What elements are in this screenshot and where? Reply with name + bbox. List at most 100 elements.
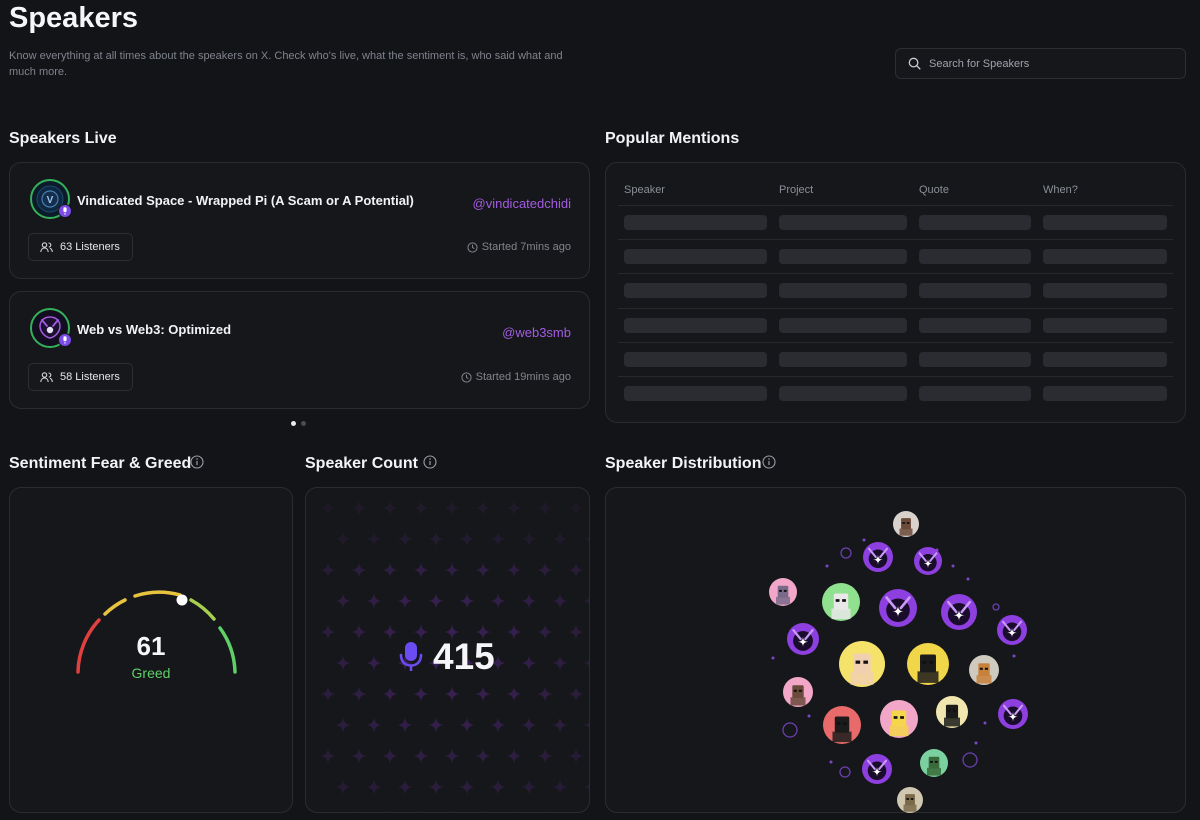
row-divider [618, 239, 1173, 241]
column-header-quote: Quote [919, 184, 949, 196]
sparkle-shape [451, 809, 453, 812]
sparkle-shape [536, 623, 554, 641]
speakers-live-title: Speakers Live [9, 130, 117, 147]
info-icon[interactable] [762, 455, 776, 469]
sparkle-shape [536, 685, 554, 703]
sparkle-shape [582, 784, 589, 790]
sparkle-shape [334, 778, 352, 796]
loading-skeleton-cell [624, 317, 767, 333]
sparkle-shape [365, 654, 383, 672]
loading-skeleton-cell [919, 317, 1031, 333]
sparkle-shape [567, 747, 585, 765]
search-icon [908, 57, 921, 70]
sparkle-shape [513, 809, 515, 812]
sparkle-shape [412, 747, 430, 765]
sparkle-shape [381, 623, 399, 641]
sparkle-shape [365, 530, 383, 548]
loading-skeleton-cell [1043, 386, 1167, 401]
space-title: Vindicated Space - Wrapped Pi (A Scam or… [77, 193, 414, 208]
sparkle-shape [365, 778, 383, 796]
sparkle-shape [427, 716, 445, 734]
listeners-badge: 58 Listeners [28, 363, 133, 391]
speaker-count-display: 415 [398, 636, 495, 678]
sparkle-shape [489, 592, 507, 610]
sparkle-shape [350, 499, 368, 517]
sparkle-shape [567, 623, 585, 641]
avatar [30, 308, 72, 348]
loading-skeleton-cell [779, 249, 907, 265]
microphone-badge-icon [58, 204, 72, 218]
sparkle-shape [350, 747, 368, 765]
sparkle-shape [567, 499, 585, 517]
sparkle-shape [443, 747, 461, 765]
sparkle-shape [350, 623, 368, 641]
loading-skeleton-cell [624, 386, 767, 401]
loading-skeleton-cell [624, 215, 767, 230]
sparkle-shape [567, 685, 585, 703]
carousel-dot[interactable] [291, 421, 296, 426]
sparkle-shape [350, 561, 368, 579]
sparkle-shape [396, 716, 414, 734]
sparkle-shape [520, 654, 538, 672]
sparkle-shape [505, 561, 523, 579]
started-time: Started 7mins ago [467, 241, 571, 253]
carousel-dot[interactable] [301, 421, 306, 426]
sparkle-shape [520, 778, 538, 796]
users-icon [40, 371, 53, 382]
sparkle-shape [319, 623, 337, 641]
live-space-card[interactable]: Web vs Web3: Optimized @web3smb 58 Liste… [9, 291, 590, 409]
sparkle-shape [536, 561, 554, 579]
svg-text:V: V [47, 195, 54, 206]
loading-skeleton-cell [624, 351, 767, 367]
speaker-distribution-card [605, 487, 1186, 813]
sparkle-shape [412, 685, 430, 703]
sparkle-shape [520, 530, 538, 548]
loading-skeleton-cell [1043, 317, 1167, 333]
users-icon [40, 241, 53, 252]
search-input[interactable] [929, 57, 1169, 70]
started-time: Started 19mins ago [461, 371, 571, 383]
loading-skeleton-cell [1043, 351, 1167, 367]
sparkle-shape [389, 809, 391, 812]
loading-skeleton-cell [779, 317, 907, 333]
sparkle-shape [319, 747, 337, 765]
sparkle-shape [505, 747, 523, 765]
sparkle-shape [505, 685, 523, 703]
sparkle-shape [489, 716, 507, 734]
sparkle-shape [474, 499, 492, 517]
sparkle-shape [443, 499, 461, 517]
microphone-icon [399, 642, 423, 671]
speaker-count-title: Speaker Count [305, 455, 418, 472]
live-space-card[interactable]: V Vindicated Space - Wrapped Pi (A Scam … [9, 162, 590, 279]
sparkle-shape [319, 499, 337, 517]
sparkle-shape [458, 778, 476, 796]
host-handle-link[interactable]: @vindicatedchidi [473, 196, 571, 211]
clock-icon [461, 371, 472, 383]
sparkle-shape [474, 747, 492, 765]
sparkle-shape [381, 561, 399, 579]
clock-icon [467, 241, 478, 253]
sparkle-shape [443, 561, 461, 579]
row-divider [618, 376, 1173, 377]
speaker-search[interactable] [895, 48, 1186, 79]
sparkle-shape [474, 685, 492, 703]
sentiment-value: 61 [136, 631, 166, 661]
row-divider [618, 273, 1173, 275]
sparkle-shape [551, 530, 569, 548]
sparkle-shape [412, 561, 430, 579]
info-icon[interactable] [423, 455, 437, 469]
sparkle-shape [582, 536, 589, 542]
sparkle-shape [482, 809, 484, 812]
loading-skeleton-cell [1043, 249, 1167, 265]
sparkle-shape [520, 592, 538, 610]
sparkle-shape [358, 809, 360, 812]
page-title: Speakers [9, 2, 138, 34]
host-handle-link[interactable]: @web3smb [502, 325, 571, 340]
sparkle-shape [334, 716, 352, 734]
loading-skeleton-cell [919, 215, 1031, 230]
sentiment-title: Sentiment Fear & Greed [9, 455, 192, 472]
info-icon[interactable] [190, 455, 204, 469]
sparkle-shape [365, 592, 383, 610]
sparkle-shape [489, 530, 507, 548]
sparkle-shape [443, 685, 461, 703]
